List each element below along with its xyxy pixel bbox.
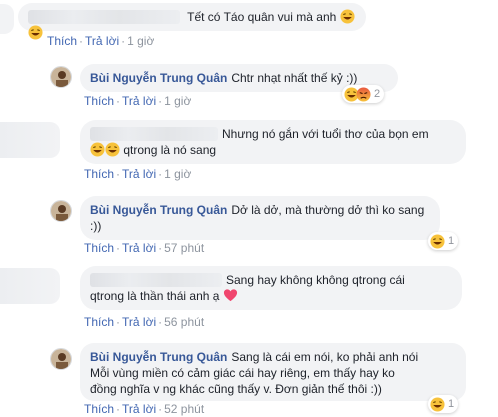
reaction-summary[interactable]: 2 <box>342 85 385 103</box>
comment-text-line: qtrong là nó sang <box>123 143 217 157</box>
reply-link[interactable]: Trả lời <box>85 34 119 48</box>
comment-bubble: Sang hay không không qtrong cái qtrong l… <box>80 266 462 310</box>
comment-actions: Thích · Trả lời · 1 giờ <box>84 167 191 181</box>
comment-author[interactable]: Bùi Nguyễn Trung Quân <box>90 203 227 217</box>
thread-edge <box>0 4 14 34</box>
blurred-author-name <box>90 273 222 287</box>
reaction-count: 1 <box>448 235 455 247</box>
reply-link[interactable]: Trả lời <box>122 315 156 329</box>
laughing-emoji-icon <box>90 142 105 157</box>
comment-author[interactable]: Bùi Nguyễn Trung Quân <box>90 350 227 364</box>
haha-reaction-icon <box>430 396 445 412</box>
like-link[interactable]: Thích <box>84 315 114 329</box>
separator: · <box>158 402 163 416</box>
laughing-emoji-icon <box>340 9 355 24</box>
avatar[interactable] <box>50 200 72 222</box>
separator: · <box>116 241 121 255</box>
separator: · <box>158 167 163 181</box>
laughing-emoji-icon <box>105 142 120 157</box>
comment-text-line: qtrong là thần thái anh ạ <box>90 289 220 303</box>
reaction-summary[interactable]: 1 <box>428 395 459 413</box>
timestamp[interactable]: 1 giờ <box>164 167 191 181</box>
separator: · <box>116 94 121 108</box>
thread-edge <box>0 122 60 158</box>
comment-text-line: đồng nghĩa v ng khác cũng thấy v. Đơn gi… <box>90 382 382 396</box>
separator: · <box>158 315 163 329</box>
comment-text-line: Sang hay không không qtrong cái <box>226 273 405 287</box>
reply-link[interactable]: Trả lời <box>122 94 156 108</box>
comment-text-line: :)) <box>90 219 102 233</box>
avatar[interactable] <box>50 66 72 88</box>
comment-author[interactable]: Bùi Nguyễn Trung Quân <box>90 71 227 85</box>
reaction-count: 2 <box>374 88 381 100</box>
comment-bubble: Tết có Táo quân vui mà anh <box>18 3 366 40</box>
blurred-author-name <box>90 127 218 141</box>
comment-actions: Thích · Trả lời · 52 phút <box>84 402 204 416</box>
reply-link[interactable]: Trả lời <box>122 402 156 416</box>
separator: · <box>116 167 121 181</box>
timestamp[interactable]: 56 phút <box>164 315 204 329</box>
separator: · <box>121 34 126 48</box>
separator: · <box>116 402 121 416</box>
like-link[interactable]: Thích <box>84 94 114 108</box>
comment-actions: Thích · Trả lời · 57 phút <box>84 241 204 255</box>
comment-text: Tết có Táo quân vui mà anh <box>187 10 337 24</box>
comment-text-line: Mỗi vùng miền có cảm giác cái hay riêng,… <box>90 366 395 380</box>
comment-actions: Thích · Trả lời · 56 phút <box>84 315 204 329</box>
separator: · <box>116 315 121 329</box>
separator: · <box>158 94 163 108</box>
laughing-emoji-icon <box>28 25 43 40</box>
thread-edge <box>0 268 60 304</box>
like-link[interactable]: Thích <box>84 402 114 416</box>
angry-reaction-icon <box>356 86 371 102</box>
comment-text-line: Nhưng nó gắn với tuổi thơ của bọn em <box>222 127 429 141</box>
comment-text-line: Dở là dở, mà thường dở thì ko sang <box>231 203 425 217</box>
reaction-count: 1 <box>448 398 455 410</box>
comment-bubble: Bùi Nguyễn Trung Quân Sang là cái em nói,… <box>80 343 466 401</box>
separator: · <box>158 241 163 255</box>
comment-bubble: Bùi Nguyễn Trung Quân Dở là dở, mà thường… <box>80 196 440 240</box>
blurred-author-name <box>28 10 180 24</box>
like-link[interactable]: Thích <box>47 34 77 48</box>
separator: · <box>79 34 84 48</box>
avatar[interactable] <box>50 348 72 370</box>
comment-text: Chtr nhạt nhất thế kỷ :)) <box>231 71 358 85</box>
like-link[interactable]: Thích <box>84 167 114 181</box>
haha-reaction-icon <box>430 233 445 249</box>
comment-bubble: Nhưng nó gắn với tuổi thơ của bọn em qtr… <box>80 120 466 164</box>
comment-text-line: Sang là cái em nói, ko phải anh nói <box>231 350 419 364</box>
reaction-summary[interactable]: 1 <box>428 232 459 250</box>
reply-link[interactable]: Trả lời <box>122 167 156 181</box>
comment-actions: Thích · Trả lời · 1 giờ <box>47 34 154 48</box>
heart-icon <box>223 288 238 303</box>
reply-link[interactable]: Trả lời <box>122 241 156 255</box>
timestamp[interactable]: 52 phút <box>164 402 204 416</box>
timestamp[interactable]: 57 phút <box>164 241 204 255</box>
timestamp[interactable]: 1 giờ <box>164 94 191 108</box>
comment-actions: Thích · Trả lời · 1 giờ <box>84 94 191 108</box>
timestamp[interactable]: 1 giờ <box>127 34 154 48</box>
like-link[interactable]: Thích <box>84 241 114 255</box>
